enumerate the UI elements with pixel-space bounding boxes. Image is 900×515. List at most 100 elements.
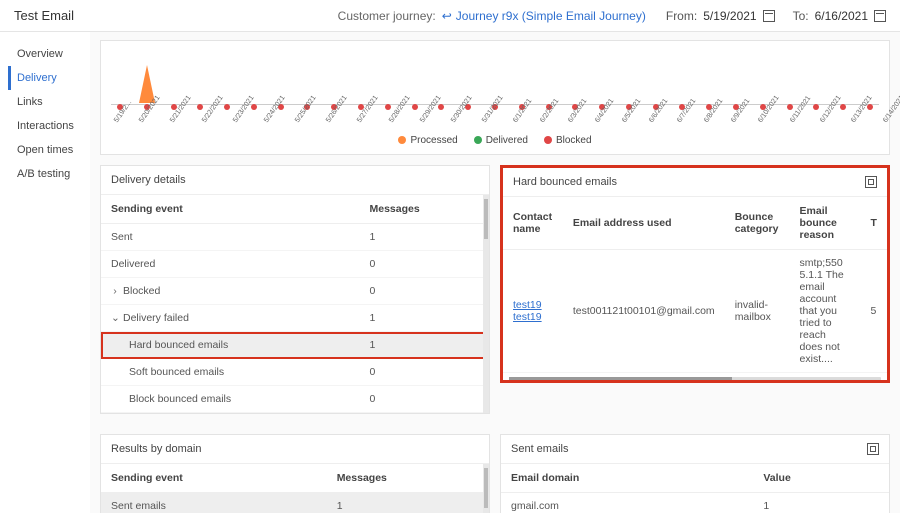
legend-label: Blocked bbox=[556, 135, 592, 146]
back-arrow-icon[interactable]: ↩ bbox=[442, 9, 452, 23]
axis-tick: 6/6/2021 bbox=[648, 98, 669, 124]
table-row[interactable]: gmail.com1 bbox=[501, 493, 889, 514]
calendar-icon[interactable] bbox=[763, 10, 775, 22]
legend-delivered[interactable]: Delivered bbox=[474, 135, 528, 146]
table-row[interactable]: test19 test19 test001121t00101@gmail.comi… bbox=[503, 250, 887, 373]
col-value[interactable]: Value bbox=[753, 464, 889, 493]
cell: gmail.com bbox=[501, 493, 753, 514]
table-row[interactable]: ⌄ Delivery failed 1 bbox=[101, 305, 489, 332]
export-icon[interactable] bbox=[867, 443, 879, 455]
page-title: Test Email bbox=[14, 8, 338, 23]
col-email-used[interactable]: Email address used bbox=[563, 197, 725, 250]
row-value: 0 bbox=[360, 278, 490, 305]
to-date-value[interactable]: 6/16/2021 bbox=[815, 9, 868, 23]
from-date-value[interactable]: 5/19/2021 bbox=[703, 9, 756, 23]
data-point[interactable] bbox=[412, 104, 418, 110]
row-value: 0 bbox=[360, 359, 490, 386]
col-bounce-category[interactable]: Bounce category bbox=[725, 197, 790, 250]
contact-link[interactable]: test19 test19 bbox=[513, 299, 542, 323]
axis-tick: 6/3/2021 bbox=[567, 98, 588, 124]
col-sending-event[interactable]: Sending event bbox=[101, 195, 360, 224]
legend-processed[interactable]: Processed bbox=[398, 135, 457, 146]
card-title: Sent emails bbox=[511, 443, 568, 455]
card-title: Hard bounced emails bbox=[513, 176, 617, 188]
data-point[interactable] bbox=[197, 104, 203, 110]
dot-icon bbox=[398, 136, 406, 144]
cell: test001121t00101@gmail.com bbox=[563, 250, 725, 373]
data-point[interactable] bbox=[840, 104, 846, 110]
scrollbar[interactable] bbox=[483, 464, 489, 513]
row-value: 1 bbox=[360, 224, 490, 251]
sidebar-item-links[interactable]: Links bbox=[8, 90, 90, 114]
cell: smtp;550 5.1.1 The email account that yo… bbox=[790, 250, 861, 373]
axis-tick: 6/2/2021 bbox=[539, 98, 560, 124]
col-messages[interactable]: Messages bbox=[327, 464, 489, 493]
col-email-domain[interactable]: Email domain bbox=[501, 464, 753, 493]
export-icon[interactable] bbox=[865, 176, 877, 188]
cell: 1 bbox=[327, 493, 489, 514]
table-row[interactable]: Delivered 0 bbox=[101, 251, 489, 278]
cell: invalid-mailbox bbox=[725, 250, 790, 373]
axis-tick: 6/1/2021 bbox=[512, 98, 533, 124]
table-row[interactable]: Sent emails1 bbox=[101, 493, 489, 514]
col-messages[interactable]: Messages bbox=[360, 195, 490, 224]
timeline-chart-card: 5/19/2...5/20/20215/21/20215/22/20215/23… bbox=[100, 40, 890, 155]
chevron-right-icon[interactable]: › bbox=[111, 285, 119, 297]
chevron-down-icon[interactable]: ⌄ bbox=[111, 312, 119, 324]
row-value: 1 bbox=[360, 332, 490, 359]
from-label: From: bbox=[666, 9, 697, 23]
col-sending-event[interactable]: Sending event bbox=[101, 464, 327, 493]
cell: 1 bbox=[753, 493, 889, 514]
col-bounce-reason[interactable]: Email bounce reason bbox=[790, 197, 861, 250]
table-row[interactable]: Sent1 bbox=[101, 224, 489, 251]
data-point[interactable] bbox=[438, 104, 444, 110]
row-label: Soft bounced emails bbox=[129, 366, 224, 378]
sent-emails-card: Sent emails Email domain Value gmail.com… bbox=[500, 434, 890, 513]
data-point[interactable] bbox=[813, 104, 819, 110]
sidebar-item-open-times[interactable]: Open times bbox=[8, 138, 90, 162]
data-point[interactable] bbox=[787, 104, 793, 110]
card-title: Results by domain bbox=[111, 443, 202, 455]
col-t[interactable]: T bbox=[861, 197, 887, 250]
scrollbar[interactable] bbox=[483, 195, 489, 413]
data-point[interactable] bbox=[251, 104, 257, 110]
sidebar-item-interactions[interactable]: Interactions bbox=[8, 114, 90, 138]
horizontal-scrollbar[interactable] bbox=[509, 377, 881, 380]
row-value: 0 bbox=[360, 386, 490, 413]
sidebar-item-delivery[interactable]: Delivery bbox=[8, 66, 90, 90]
table-row[interactable]: › Blocked 0 bbox=[101, 278, 489, 305]
row-label: Blocked bbox=[123, 285, 160, 297]
legend-label: Delivered bbox=[486, 135, 528, 146]
table-row[interactable]: Hard bounced emails1 bbox=[101, 332, 489, 359]
axis-tick: 6/4/2021 bbox=[594, 98, 615, 124]
col-contact-name[interactable]: Contact name bbox=[503, 197, 563, 250]
legend-blocked[interactable]: Blocked bbox=[544, 135, 592, 146]
legend-label: Processed bbox=[410, 135, 457, 146]
axis-tick: 6/14/2021 bbox=[882, 94, 900, 124]
delivery-details-card: Delivery details Sending event Messages … bbox=[100, 165, 490, 414]
row-value: 0 bbox=[360, 251, 490, 278]
journey-label: Customer journey: bbox=[338, 9, 436, 23]
journey-link[interactable]: Journey r9x (Simple Email Journey) bbox=[456, 9, 646, 23]
dot-icon bbox=[474, 136, 482, 144]
data-point[interactable] bbox=[224, 104, 230, 110]
calendar-icon[interactable] bbox=[874, 10, 886, 22]
sidebar: OverviewDeliveryLinksInteractionsOpen ti… bbox=[0, 32, 90, 513]
dot-icon bbox=[544, 136, 552, 144]
row-value: 1 bbox=[360, 305, 490, 332]
sidebar-item-a-b-testing[interactable]: A/B testing bbox=[8, 162, 90, 186]
sidebar-item-overview[interactable]: Overview bbox=[8, 42, 90, 66]
axis-tick: 5/19/2... bbox=[113, 99, 133, 124]
axis-tick: 6/9/2021 bbox=[730, 98, 751, 124]
table-row[interactable]: Block bounced emails0 bbox=[101, 386, 489, 413]
row-label: Delivery failed bbox=[123, 312, 189, 324]
results-by-domain-card: Results by domain Sending event Messages… bbox=[100, 434, 490, 513]
cell: 5 bbox=[861, 250, 887, 373]
hard-bounced-card: Hard bounced emails Contact name Email a… bbox=[500, 165, 890, 383]
row-label: Delivered bbox=[111, 258, 155, 270]
data-point[interactable] bbox=[385, 104, 391, 110]
cell: Sent emails bbox=[101, 493, 327, 514]
axis-tick: 6/8/2021 bbox=[703, 98, 724, 124]
to-label: To: bbox=[793, 9, 809, 23]
table-row[interactable]: Soft bounced emails 0 bbox=[101, 359, 489, 386]
